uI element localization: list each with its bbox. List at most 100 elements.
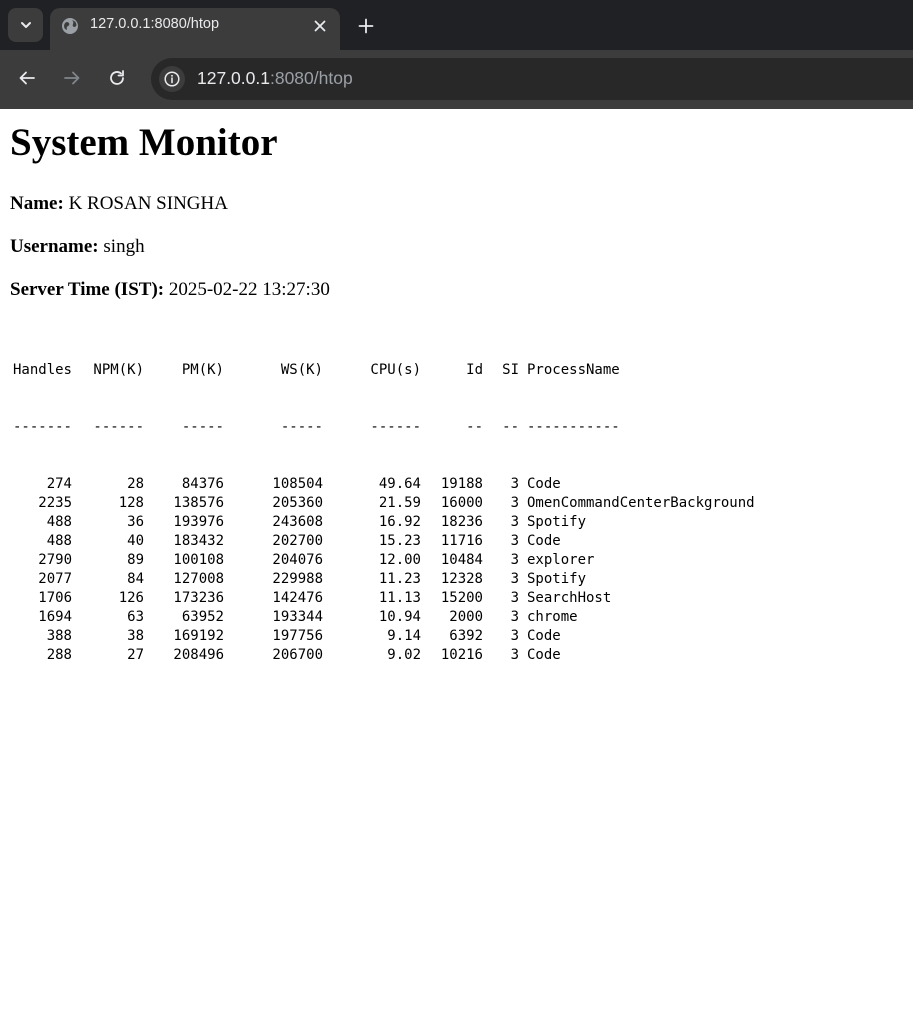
column-separator: ------ xyxy=(93,419,144,435)
table-cell: 388 xyxy=(46,628,72,644)
table-cell: 9.02 xyxy=(387,647,421,663)
table-cell: 173236 xyxy=(173,590,224,606)
table-cell: 3 xyxy=(510,533,519,549)
process-name-cell: Spotify xyxy=(527,514,587,530)
username-label: Username: xyxy=(10,236,99,257)
column-separator: ----- xyxy=(280,419,323,435)
table-cell: 202700 xyxy=(272,533,323,549)
table-cell: 63 xyxy=(127,609,144,625)
table-row: 488 36 193976 243608 16.92 18236 3 Spotify xyxy=(10,513,755,532)
process-name-cell: Code xyxy=(527,533,561,549)
address-bar[interactable]: 127.0.0.1:8080/htop xyxy=(151,58,913,100)
server-time-value: 2025-02-22 13:27:30 xyxy=(168,279,330,300)
browser-toolbar: 127.0.0.1:8080/htop xyxy=(0,50,913,109)
table-row: 274 28 84376 108504 49.64 19188 3 Code xyxy=(10,475,755,494)
table-cell: 49.64 xyxy=(378,476,421,492)
table-cell: 3 xyxy=(510,590,519,606)
table-cell: 89 xyxy=(127,552,144,568)
table-cell: 2077 xyxy=(38,571,72,587)
table-cell: 169192 xyxy=(173,628,224,644)
url-host: 127.0.0.1 xyxy=(197,68,270,88)
table-cell: 3 xyxy=(510,476,519,492)
table-row: 1694 63 63952 193344 10.94 2000 3 chrome xyxy=(10,608,755,627)
table-cell: 10216 xyxy=(440,647,483,663)
table-cell: 229988 xyxy=(272,571,323,587)
tab-search-button[interactable] xyxy=(8,8,43,42)
table-row: 2790 89 100108 204076 12.00 10484 3 explorer xyxy=(10,551,755,570)
column-header: Handles xyxy=(12,362,72,378)
table-cell: 38 xyxy=(127,628,144,644)
table-cell: 2000 xyxy=(449,609,483,625)
process-name-cell: SearchHost xyxy=(527,590,612,606)
column-separator: -- xyxy=(466,419,483,435)
process-name-cell: Spotify xyxy=(527,571,587,587)
site-info-button[interactable] xyxy=(159,66,185,92)
table-cell: 3 xyxy=(510,571,519,587)
table-cell: 63952 xyxy=(181,609,224,625)
table-cell: 3 xyxy=(510,647,519,663)
table-cell: 6392 xyxy=(449,628,483,644)
column-header: NPM(K) xyxy=(93,362,144,378)
table-cell: 183432 xyxy=(173,533,224,549)
info-icon xyxy=(164,71,180,87)
table-cell: 208496 xyxy=(173,647,224,663)
process-name-cell: OmenCommandCenterBackground xyxy=(527,495,755,511)
column-header: WS(K) xyxy=(280,362,323,378)
arrow-left-icon xyxy=(19,71,35,85)
table-cell: 3 xyxy=(510,495,519,511)
table-cell: 40 xyxy=(127,533,144,549)
process-name-cell: Code xyxy=(527,647,561,663)
table-row: 388 38 169192 197756 9.14 6392 3 Code xyxy=(10,627,755,646)
column-header: SI xyxy=(502,362,519,378)
forward-button[interactable] xyxy=(60,66,84,90)
table-cell: 243608 xyxy=(272,514,323,530)
process-name-cell: chrome xyxy=(527,609,578,625)
table-cell: 84 xyxy=(127,571,144,587)
table-cell: 488 xyxy=(46,514,72,530)
table-cell: 204076 xyxy=(272,552,323,568)
table-cell: 11716 xyxy=(440,533,483,549)
back-button[interactable] xyxy=(15,66,39,90)
table-cell: 28 xyxy=(127,476,144,492)
column-separator: ------- xyxy=(12,419,72,435)
browser-tab[interactable]: 127.0.0.1:8080/htop xyxy=(50,8,340,50)
table-cell: 206700 xyxy=(272,647,323,663)
server-time-line: Server Time (IST): 2025-02-22 13:27:30 xyxy=(10,278,330,302)
column-separator: ------ xyxy=(370,419,421,435)
table-cell: 193344 xyxy=(272,609,323,625)
column-separator: ----- xyxy=(181,419,224,435)
column-separator: ----------- xyxy=(527,419,620,435)
tab-title: 127.0.0.1:8080/htop xyxy=(90,16,220,32)
close-icon xyxy=(314,20,326,32)
table-cell: 16.92 xyxy=(378,514,421,530)
new-tab-button[interactable] xyxy=(354,14,378,38)
table-cell: 2790 xyxy=(38,552,72,568)
page-content: System Monitor Name: K ROSAN SINGHA User… xyxy=(0,109,913,1010)
table-cell: 10484 xyxy=(440,552,483,568)
name-value: K ROSAN SINGHA xyxy=(68,193,228,214)
table-cell: 197756 xyxy=(272,628,323,644)
table-cell: 3 xyxy=(510,514,519,530)
table-cell: 15.23 xyxy=(378,533,421,549)
table-cell: 9.14 xyxy=(387,628,421,644)
table-cell: 16000 xyxy=(440,495,483,511)
table-cell: 100108 xyxy=(173,552,224,568)
table-cell: 12328 xyxy=(440,571,483,587)
username-value: singh xyxy=(103,236,145,257)
reload-icon xyxy=(110,70,124,85)
reload-button[interactable] xyxy=(105,66,129,90)
close-tab-button[interactable] xyxy=(311,17,329,35)
column-header: Id xyxy=(466,362,483,378)
table-cell: 3 xyxy=(510,609,519,625)
table-row: 2077 84 127008 229988 11.23 12328 3 Spotify xyxy=(10,570,755,589)
url-path: :8080/htop xyxy=(269,68,353,88)
table-cell: 142476 xyxy=(272,590,323,606)
tab-strip: 127.0.0.1:8080/htop xyxy=(0,0,913,50)
table-cell: 126 xyxy=(118,590,144,606)
table-cell: 19188 xyxy=(440,476,483,492)
table-cell: 15200 xyxy=(440,590,483,606)
table-cell: 138576 xyxy=(173,495,224,511)
page-title: System Monitor xyxy=(10,121,278,164)
table-cell: 128 xyxy=(118,495,144,511)
table-cell: 127008 xyxy=(173,571,224,587)
